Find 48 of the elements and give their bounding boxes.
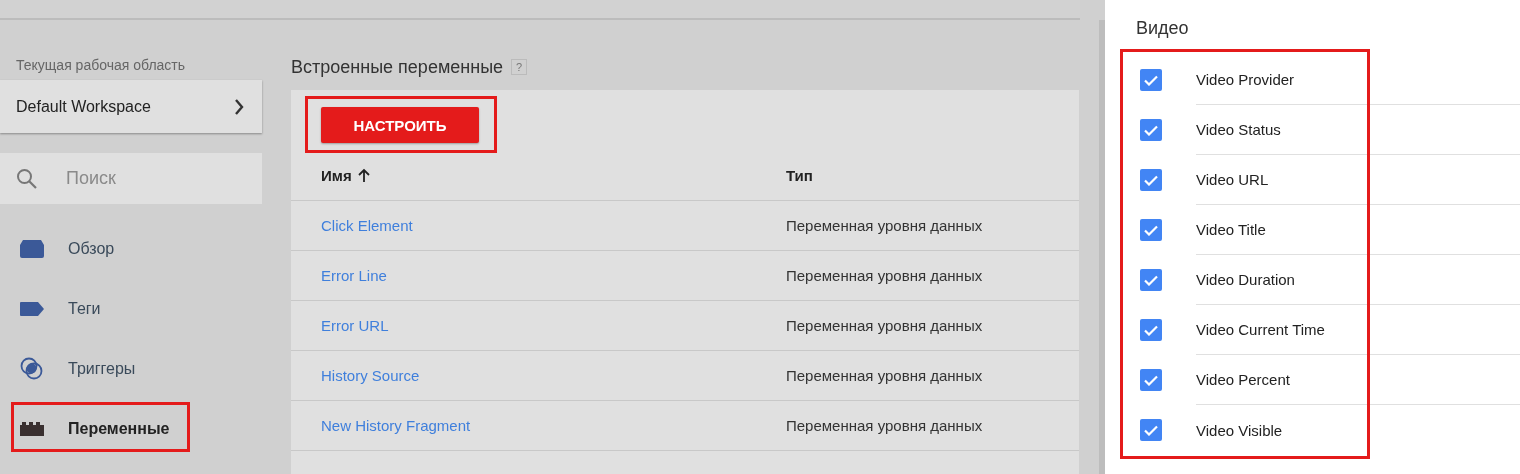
checkbox-label[interactable]: Video URL (1196, 155, 1520, 205)
check-icon (1144, 424, 1158, 436)
check-icon (1144, 374, 1158, 386)
check-icon (1144, 324, 1158, 336)
checkbox[interactable] (1140, 169, 1162, 191)
nav-item[interactable]: Триггеры (0, 339, 262, 399)
checkbox[interactable] (1140, 369, 1162, 391)
chevron-right-icon (234, 98, 244, 115)
block-icon (20, 422, 44, 436)
table-cell-text: Переменная уровня данных (786, 217, 984, 234)
check-icon (1144, 174, 1158, 186)
checkbox[interactable] (1140, 69, 1162, 91)
check-icon (1144, 224, 1158, 236)
checkbox-label[interactable]: Video Duration (1196, 255, 1520, 305)
column-header[interactable]: Тип (786, 166, 1079, 184)
check-icon (1144, 274, 1158, 286)
checkbox[interactable] (1140, 419, 1162, 441)
checkbox[interactable] (1140, 269, 1162, 291)
checkbox-label[interactable]: Video Provider (1196, 55, 1520, 105)
section-title: Видео (1136, 17, 1190, 40)
table-cell-text: Переменная уровня данных (786, 367, 984, 384)
folder-icon (20, 240, 44, 258)
checkbox[interactable] (1140, 119, 1162, 141)
tag-icon (20, 302, 44, 316)
checkbox[interactable] (1140, 319, 1162, 341)
checkbox[interactable] (1140, 219, 1162, 241)
workspace-selector[interactable]: Default Workspace (0, 80, 262, 133)
search-icon (16, 167, 38, 190)
circles-icon (20, 357, 44, 381)
nav-item[interactable]: Обзор (0, 219, 262, 279)
configure-button[interactable]: НАСТРОИТЬ (321, 107, 479, 143)
nav-item[interactable]: Переменные (0, 399, 262, 459)
search-input[interactable]: Поиск (64, 167, 218, 190)
checkbox-label[interactable]: Video Visible (1196, 405, 1520, 455)
checkbox-label[interactable]: Video Percent (1196, 355, 1520, 405)
checkbox-label[interactable]: Video Title (1196, 205, 1520, 255)
check-icon (1144, 74, 1158, 86)
checkbox-label[interactable]: Video Current Time (1196, 305, 1520, 355)
table-cell-text: Переменная уровня данных (786, 267, 984, 284)
check-icon (1144, 124, 1158, 136)
column-header[interactable]: Имя (321, 166, 786, 184)
nav-item[interactable]: Теги (0, 279, 262, 339)
table-cell-text: Переменная уровня данных (786, 417, 984, 434)
table-cell-text: Переменная уровня данных (786, 317, 984, 334)
page-title: Встроенные переменные (291, 56, 504, 78)
search-field[interactable]: Поиск (0, 153, 262, 204)
checkbox-label[interactable]: Video Status (1196, 105, 1520, 155)
workspace-label: Текущая рабочая область (15, 56, 187, 75)
